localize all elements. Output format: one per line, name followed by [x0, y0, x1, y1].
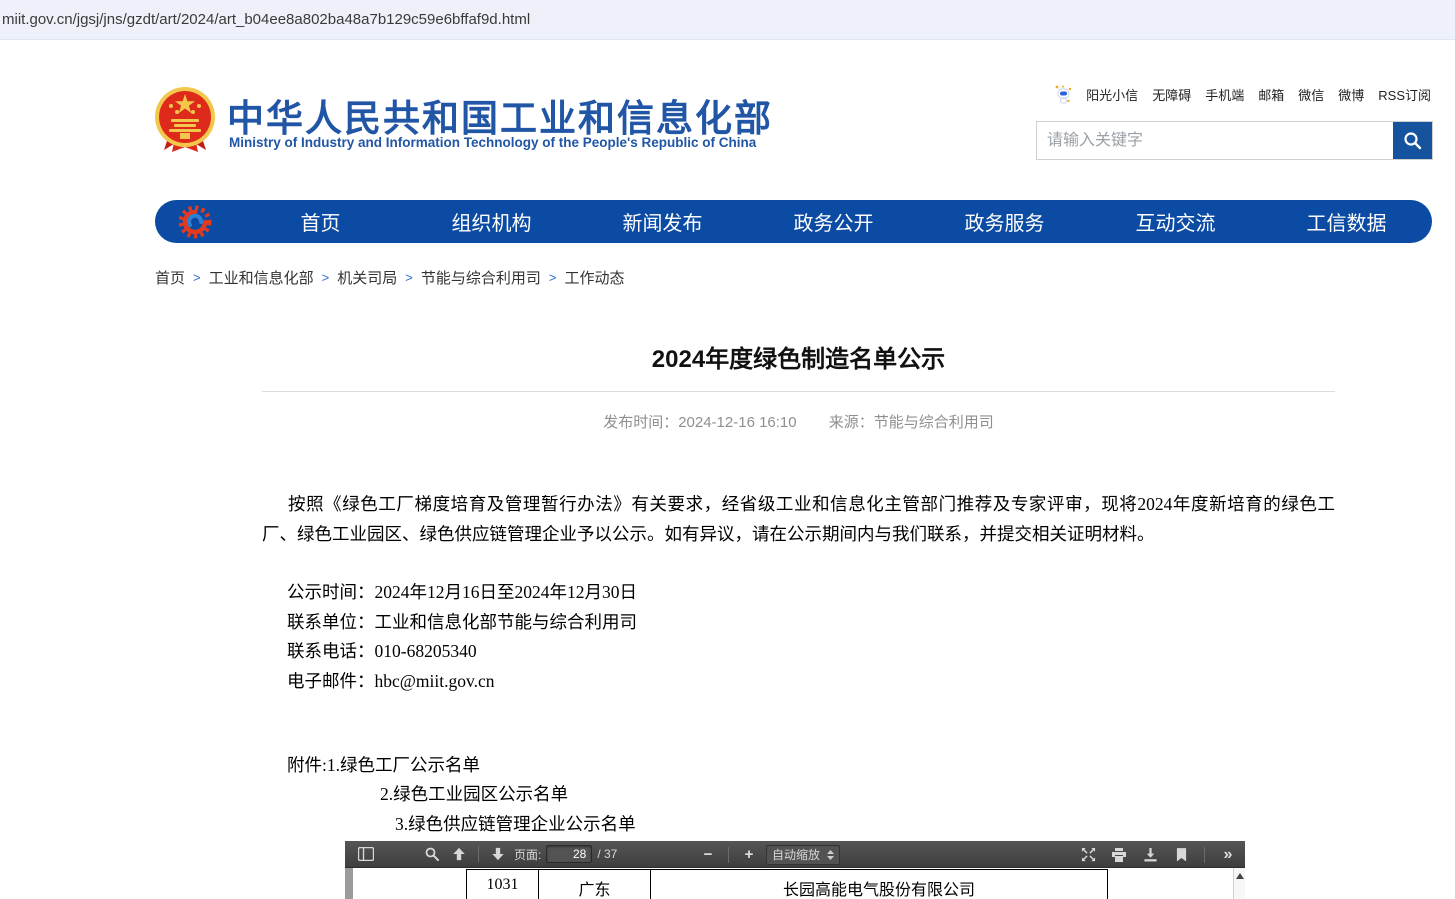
table-cell-province: 广东: [538, 870, 650, 899]
publicity-period: 公示时间：2024年12月16日至2024年12月30日: [287, 578, 1335, 608]
breadcrumb-home[interactable]: 首页: [155, 267, 185, 288]
pdf-content-area: 1031 广东 长园高能电气股份有限公司: [345, 868, 1245, 899]
attachment-green-supply-chain[interactable]: 3.绿色供应链管理企业公示名单: [262, 810, 1335, 839]
zoom-out-button[interactable]: −: [697, 844, 719, 866]
national-emblem-icon: [154, 86, 216, 154]
breadcrumb-separator-icon: >: [322, 270, 330, 285]
toolbar-separator: [728, 847, 729, 863]
search-box: [1036, 121, 1433, 160]
breadcrumb-energy-dept[interactable]: 节能与综合利用司: [421, 267, 541, 288]
miit-gear-logo-icon: [155, 204, 235, 240]
breadcrumb-separator-icon: >: [549, 270, 557, 285]
pdf-scrollbar[interactable]: [1233, 868, 1245, 899]
quick-link-mailbox[interactable]: 邮箱: [1258, 85, 1284, 104]
browser-url-bar[interactable]: miit.gov.cn/jgsj/jns/gzdt/art/2024/art_b…: [0, 0, 1455, 40]
nav-item-organization[interactable]: 组织机构: [406, 207, 577, 236]
pdf-viewer: 页面: / 37 − + 自动缩放: [345, 841, 1245, 899]
quick-link-accessibility[interactable]: 无障碍: [1152, 85, 1191, 104]
pdf-toolbar: 页面: / 37 − + 自动缩放: [345, 841, 1245, 868]
breadcrumb: 首页 > 工业和信息化部 > 机关司局 > 节能与综合利用司 > 工作动态: [155, 267, 624, 288]
quick-link-assistant[interactable]: 阳光小信: [1086, 85, 1138, 104]
breadcrumb-separator-icon: >: [193, 270, 201, 285]
breadcrumb-departments[interactable]: 机关司局: [337, 267, 397, 288]
table-cell-number: 1031: [466, 870, 538, 899]
zoom-mode-select[interactable]: 自动缩放: [766, 845, 840, 865]
toolbar-separator: [478, 846, 479, 862]
breadcrumb-work-updates[interactable]: 工作动态: [564, 267, 624, 288]
site-title: 中华人民共和国工业和信息化部: [227, 88, 773, 142]
pdf-search-icon[interactable]: [421, 843, 443, 865]
nav-item-data[interactable]: 工信数据: [1261, 207, 1432, 236]
contact-phone: 联系电话：010-68205340: [287, 637, 1335, 667]
article-meta: 发布时间：2024-12-16 16:10 来源：节能与综合利用司: [262, 411, 1335, 432]
breadcrumb-separator-icon: >: [405, 270, 413, 285]
quick-links: 阳光小信 无障碍 手机端 邮箱 微信 微博 RSS订阅: [1055, 85, 1431, 104]
more-tools-button[interactable]: »: [1217, 844, 1239, 866]
search-icon: [1403, 131, 1423, 151]
pdf-page: 1031 广东 长园高能电气股份有限公司: [353, 868, 1233, 899]
article-paragraph: 按照《绿色工厂梯度培育及管理暂行办法》有关要求，经省级工业和信息化主管部门推荐及…: [262, 490, 1335, 549]
page-down-icon[interactable]: [487, 843, 509, 865]
nav-item-interaction[interactable]: 互动交流: [1090, 207, 1261, 236]
presentation-mode-icon[interactable]: [1077, 844, 1099, 866]
scroll-up-icon[interactable]: [1236, 873, 1244, 879]
site-subtitle: Ministry of Industry and Information Tec…: [229, 135, 756, 150]
quick-link-mobile[interactable]: 手机端: [1205, 85, 1244, 104]
assistant-robot-icon[interactable]: [1055, 85, 1072, 104]
zoom-in-button[interactable]: +: [738, 844, 760, 866]
attachment-green-factory[interactable]: 附件:1.绿色工厂公示名单: [262, 751, 1335, 780]
pdf-table-row: 1031 广东 长园高能电气股份有限公司: [466, 869, 1108, 899]
search-button[interactable]: [1393, 122, 1432, 159]
contact-email: 电子邮件：hbc@miit.gov.cn: [287, 667, 1335, 697]
attachment-green-industrial-park[interactable]: 2.绿色工业园区公示名单: [262, 780, 1335, 809]
article-title: 2024年度绿色制造名单公示: [262, 339, 1335, 374]
breadcrumb-miit[interactable]: 工业和信息化部: [209, 267, 314, 288]
print-icon[interactable]: [1108, 844, 1130, 866]
page-up-icon[interactable]: [448, 843, 470, 865]
zoom-mode-value: 自动缩放: [772, 846, 820, 863]
nav-item-home[interactable]: 首页: [235, 207, 406, 236]
main-nav: 首页 组织机构 新闻发布 政务公开 政务服务 互动交流 工信数据: [155, 200, 1432, 243]
quick-link-wechat[interactable]: 微信: [1298, 85, 1324, 104]
publish-time: 发布时间：2024-12-16 16:10: [603, 414, 796, 431]
quick-link-weibo[interactable]: 微博: [1338, 85, 1364, 104]
search-input[interactable]: [1037, 122, 1393, 159]
toolbar-separator: [1204, 847, 1205, 863]
title-divider: [262, 391, 1335, 392]
contact-block: 公示时间：2024年12月16日至2024年12月30日 联系单位：工业和信息化…: [262, 578, 1335, 696]
table-cell-company: 长园高能电气股份有限公司: [650, 870, 1108, 899]
nav-item-news[interactable]: 新闻发布: [577, 207, 748, 236]
page-number-input[interactable]: [546, 845, 592, 863]
article-source: 来源：节能与综合利用司: [829, 414, 994, 431]
quick-link-rss[interactable]: RSS订阅: [1378, 85, 1431, 104]
sidebar-toggle-icon[interactable]: [355, 843, 377, 865]
nav-item-gov-disclosure[interactable]: 政务公开: [748, 207, 919, 236]
bookmark-icon[interactable]: [1170, 844, 1192, 866]
page-label: 页面:: [514, 846, 541, 863]
select-arrows-icon: [827, 850, 834, 860]
contact-unit: 联系单位：工业和信息化部节能与综合利用司: [287, 608, 1335, 638]
screen: miit.gov.cn/jgsj/jns/gzdt/art/2024/art_b…: [0, 0, 1455, 899]
download-icon[interactable]: [1139, 844, 1161, 866]
nav-item-gov-services[interactable]: 政务服务: [919, 207, 1090, 236]
attachments-list: 附件:1.绿色工厂公示名单 2.绿色工业园区公示名单 3.绿色供应链管理企业公示…: [262, 751, 1335, 839]
page-total: / 37: [597, 847, 617, 861]
